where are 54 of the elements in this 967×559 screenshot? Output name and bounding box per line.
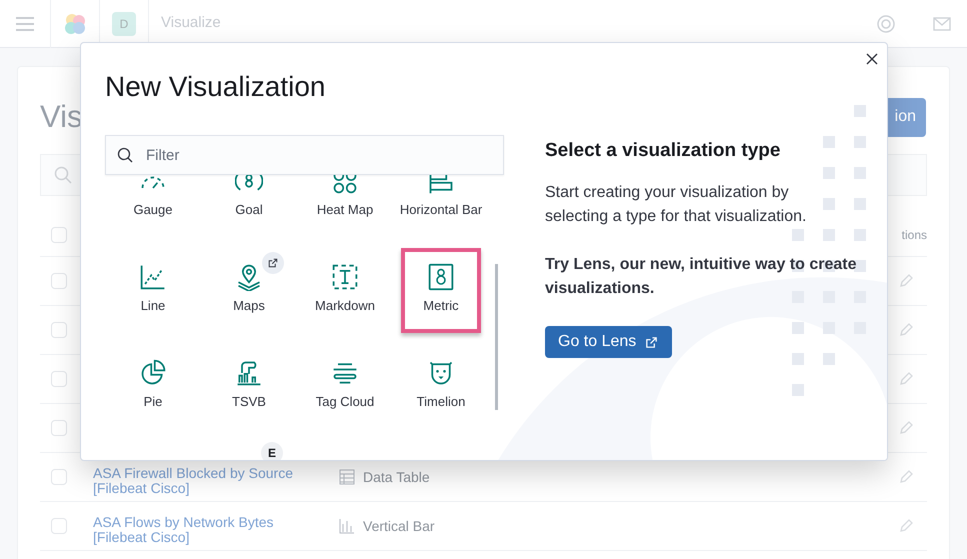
text-icon <box>331 263 359 291</box>
pencil-icon[interactable] <box>898 518 914 534</box>
number-icon <box>427 263 455 291</box>
column-header: tions <box>902 226 927 244</box>
visualization-type-tile[interactable]: Metric <box>401 248 481 333</box>
lens-prompt: Try Lens, our new, intuitive way to create visualizations. <box>545 255 858 299</box>
close-icon[interactable] <box>866 53 878 65</box>
pencil-icon[interactable] <box>898 322 914 338</box>
checkbox[interactable] <box>51 420 67 436</box>
bar-chart-icon <box>339 518 355 534</box>
horizontal-bar-icon <box>427 175 455 195</box>
page-title: Vis <box>40 98 83 136</box>
checkbox[interactable] <box>51 322 67 338</box>
visualization-type-tile[interactable]: Horizontal Bar <box>395 175 487 237</box>
tooltip-badge: E <box>261 442 283 460</box>
visualization-type-tile[interactable]: Line <box>107 248 199 333</box>
checkbox[interactable] <box>51 226 67 242</box>
go-to-lens-button[interactable]: Go to Lens <box>545 326 672 358</box>
visualization-type-tile[interactable]: Gauge <box>107 175 199 237</box>
menu-icon[interactable] <box>16 16 34 30</box>
checkbox[interactable] <box>51 273 67 289</box>
info-text: Start creating your visualization by selecting a type for that visualization. <box>545 183 808 227</box>
search-icon <box>54 166 72 184</box>
help-icon[interactable] <box>877 14 895 32</box>
search-icon <box>117 147 133 163</box>
table-icon <box>339 469 355 485</box>
mail-icon[interactable] <box>933 16 951 30</box>
bar-chart-icon <box>235 359 263 387</box>
visualization-type-tile[interactable]: Goal <box>203 175 295 237</box>
visualization-type-tile[interactable]: TSVB <box>203 344 295 429</box>
row-type: Vertical Bar <box>363 516 435 536</box>
pie-chart-icon <box>139 359 167 387</box>
row-type: Data Table <box>363 468 430 486</box>
visualization-type-tile[interactable]: Timelion <box>395 344 487 429</box>
visualization-type-tile[interactable]: Tag Cloud <box>299 344 391 429</box>
line-chart-icon <box>139 263 167 291</box>
circles-icon <box>331 175 359 195</box>
info-heading: Select a visualization type <box>545 139 782 163</box>
pencil-icon[interactable] <box>898 273 914 289</box>
pencil-icon[interactable] <box>898 469 914 485</box>
checkbox[interactable] <box>51 518 67 534</box>
bear-face-icon <box>427 359 455 387</box>
checkbox[interactable] <box>51 469 67 485</box>
modal-title: New Visualization <box>105 70 326 104</box>
visualization-type-tile[interactable]: Markdown <box>299 248 391 333</box>
filter-field[interactable]: Filter <box>105 135 504 175</box>
checkbox[interactable] <box>51 371 67 387</box>
visualization-type-tile[interactable]: Maps <box>203 248 295 333</box>
pencil-icon[interactable] <box>898 420 914 436</box>
visualization-type-tile[interactable]: Pie <box>107 344 199 429</box>
scrollbar[interactable] <box>495 264 498 410</box>
pencil-icon[interactable] <box>898 371 914 387</box>
visualization-type-tile[interactable]: Heat Map <box>299 175 391 237</box>
external-link-icon <box>644 334 660 350</box>
